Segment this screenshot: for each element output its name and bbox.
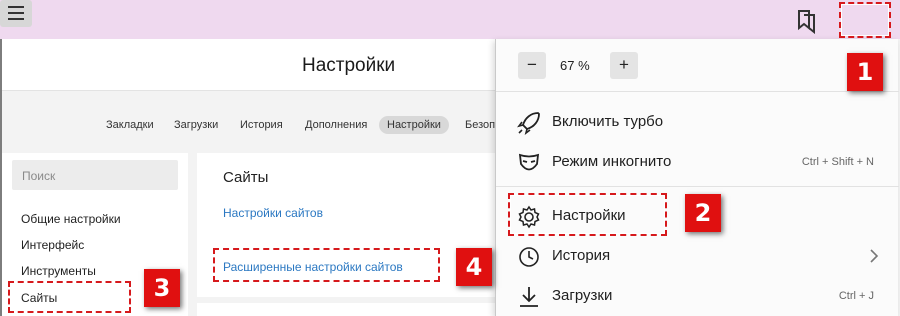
zoom-in-button[interactable]: +: [610, 52, 638, 79]
tab-settings[interactable]: Настройки: [379, 116, 449, 134]
tab-bookmarks[interactable]: Закладки: [106, 116, 154, 134]
menu-item-label: Режим инкогнито: [552, 153, 672, 170]
menu-item-label: Загрузки: [552, 287, 613, 304]
highlight-sites-nav: [8, 281, 131, 313]
menu-item-turbo[interactable]: Включить турбо: [496, 105, 899, 139]
sidebar-item-interface[interactable]: Интерфейс: [21, 238, 84, 252]
zoom-controls: − 67 % +: [496, 39, 899, 92]
page-title: Настройки: [302, 55, 396, 76]
menu-item-shortcut: Ctrl + Shift + N: [801, 156, 874, 168]
menu-item-shortcut: Ctrl + J: [838, 290, 874, 302]
highlight-settings-item: [508, 193, 667, 236]
settings-search-input[interactable]: Поиск: [12, 160, 178, 190]
next-section-card: [197, 303, 495, 316]
tab-downloads[interactable]: Загрузки: [174, 116, 218, 134]
step-badge-3: 3: [144, 269, 180, 307]
tab-extensions[interactable]: Дополнения: [305, 116, 367, 134]
chevron-right-icon: [870, 249, 879, 263]
menu-divider: [496, 186, 899, 187]
sidebar-item-tools[interactable]: Инструменты: [21, 264, 96, 278]
tab-history[interactable]: История: [240, 116, 283, 134]
bookmarks-button[interactable]: [793, 6, 821, 35]
browser-menu-button[interactable]: [0, 0, 32, 27]
mask-icon: [518, 153, 540, 171]
highlight-advanced-link: [213, 248, 440, 282]
browser-menu-dropdown: − 67 % + Включить турбо Режим инкогнито …: [495, 39, 899, 316]
step-badge-1: 1: [847, 53, 883, 91]
hamburger-menu-icon: [8, 6, 24, 20]
menu-item-history[interactable]: История: [496, 239, 899, 273]
step-badge-4: 4: [456, 248, 492, 286]
download-icon: [520, 287, 538, 307]
zoom-out-button[interactable]: −: [518, 52, 546, 79]
menu-item-label: Включить турбо: [552, 113, 664, 130]
section-title: Сайты: [223, 169, 269, 186]
bookmarks-icon: [798, 10, 815, 35]
browser-toolbar: [0, 0, 900, 39]
clock-icon: [519, 247, 539, 267]
highlight-menu-button: [839, 2, 891, 38]
menu-item-downloads[interactable]: Загрузки Ctrl + J: [496, 279, 899, 313]
step-badge-2: 2: [685, 194, 721, 232]
site-settings-link[interactable]: Настройки сайтов: [223, 206, 323, 220]
sidebar-item-general[interactable]: Общие настройки: [21, 212, 121, 226]
menu-item-incognito[interactable]: Режим инкогнито Ctrl + Shift + N: [496, 145, 899, 179]
menu-item-label: История: [552, 247, 611, 264]
settings-header: Настройки: [2, 39, 495, 91]
zoom-level: 67 %: [560, 58, 590, 73]
rocket-icon: [517, 112, 540, 135]
